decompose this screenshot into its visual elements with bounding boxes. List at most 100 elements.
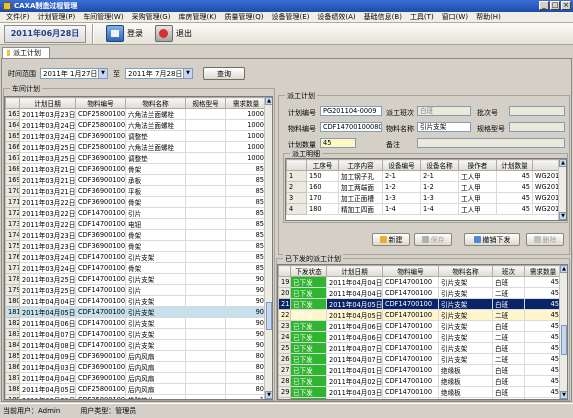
dispatch-detail-table[interactable]: 工序号工序内容设备编号设备名称操作者计划数量工单编 1150加工钢子孔2-12-… — [285, 158, 567, 221]
column-header[interactable]: 工序号 — [306, 159, 339, 171]
table-row[interactable]: 185 2011年04月09日 CDF36900100 后内风扇 80 — [5, 350, 267, 362]
column-header[interactable]: 物料名称 — [438, 265, 493, 277]
table-row[interactable]: 163 2011年03月23日 CDF25800100 六角法兰面螺栓 1000 — [5, 108, 267, 120]
table-row[interactable]: 168 2011年03月21日 CDF36900100 骨架 85 — [5, 163, 267, 175]
column-header[interactable]: 需求数量 — [524, 265, 562, 277]
table-row[interactable]: 166 2011年03月25日 CDF25800100 六角法兰面螺栓 1000 — [5, 141, 267, 153]
menu-item[interactable]: 帮助(H) — [472, 12, 505, 22]
table-row[interactable]: 20 已下发 2011年04月04日 CDF14700100 引片支架 二班 45 — [278, 287, 562, 299]
table-row[interactable]: 1892011年03月29日CDF25800100橡胶垫片 1 — [5, 394, 267, 399]
table-row[interactable]: 27 已下发 2011年04月01日 CDF14700100 绝缘板 白班 45 — [278, 364, 562, 376]
table-row[interactable]: 184 2011年04月08日 CDF14700100 引片支架 90 — [5, 339, 267, 351]
query-button[interactable]: 查询 — [203, 67, 245, 80]
menu-item[interactable]: 窗口(W) — [438, 12, 472, 22]
menu-item[interactable]: 质量管理(Q) — [221, 12, 268, 22]
new-button[interactable]: 新建 — [372, 233, 410, 246]
table-row[interactable]: 177 2011年03月24日 CDF14700100 骨架 85 — [5, 262, 267, 274]
chevron-down-icon[interactable]: ▼ — [183, 69, 192, 78]
column-header[interactable]: 物料编号 — [75, 97, 126, 109]
menu-item[interactable]: 文件(F) — [2, 12, 34, 22]
date-from-picker[interactable]: 2011年 1月27日 ▼ — [40, 68, 108, 79]
table-row[interactable]: 19 已下发 2011年04月04日 CDF14700100 引片支架 白班 45 — [278, 276, 562, 288]
workshop-table-scrollbar[interactable]: ▲ ▼ — [264, 97, 272, 399]
minimize-button[interactable]: _ — [539, 1, 549, 10]
spec-field[interactable] — [509, 122, 565, 132]
table-row[interactable]: 173 2011年03月22日 CDF14700100 电钮 85 — [5, 218, 267, 230]
table-row[interactable]: 187 2011年04月04日 CDF36900100 后内风扇 80 — [5, 372, 267, 384]
table-row[interactable]: 164 2011年03月24日 CDF25800100 六角法兰面螺栓 1000 — [5, 119, 267, 131]
table-row[interactable]: 176 2011年03月24日 CDF14700100 引片支架 85 — [5, 251, 267, 263]
table-row[interactable]: 22 已下发 2011年04月05日 CDF14700100 引片支架 二班 45 — [278, 309, 562, 321]
table-row[interactable]: 179 2011年03月25日 CDF14700100 引片 90 — [5, 284, 267, 296]
table-row[interactable]: 26 已下发 2011年04月07日 CDF14700100 引片支架 二班 45 — [278, 353, 562, 365]
delete-button[interactable]: 删除 — [526, 233, 564, 246]
table-row[interactable]: 182 2011年04月06日 CDF14700100 引片支架 90 — [5, 317, 267, 329]
scroll-thumb[interactable] — [266, 302, 272, 330]
workshop-plan-table[interactable]: 计划日期 物料编号 物料名称 规格型号 需求数量 163 2011年03月23日 CDF25… — [4, 96, 273, 400]
qty-field[interactable]: 45 — [320, 138, 356, 148]
scroll-up-icon[interactable]: ▲ — [265, 97, 272, 105]
scroll-thumb[interactable] — [561, 325, 567, 355]
batch-field[interactable] — [509, 106, 565, 116]
table-row[interactable]: 183 2011年04月07日 CDF14700100 引片支架 90 — [5, 328, 267, 340]
remark-field[interactable] — [417, 138, 565, 148]
tab-dispatch-plan[interactable]: 派工计划 — [2, 47, 50, 58]
table-row[interactable]: 174 2011年03月23日 CDF36900100 骨架 85 — [5, 229, 267, 241]
menu-item[interactable]: 采购管理(G) — [128, 12, 175, 22]
menu-item[interactable]: 设备管理(E) — [268, 12, 314, 22]
column-header[interactable]: 计划日期 — [326, 265, 383, 277]
table-row[interactable]: 21 已下发 2011年04月05日 CDF14700100 引片支架 白班 45 — [278, 298, 562, 310]
table-row[interactable]: 172 2011年03月22日 CDF14700100 引片 85 — [5, 207, 267, 219]
table-row[interactable]: 180 2011年04月04日 CDF14700100 引片支架 90 — [5, 295, 267, 307]
table-row[interactable]: 178 2011年03月25日 CDF14700100 引片支架 90 — [5, 273, 267, 285]
shift-select[interactable]: 白班 — [417, 106, 471, 116]
table-row[interactable]: 1150加工钢子孔2-12-1工人甲45WG201104- — [286, 170, 566, 182]
column-header[interactable]: 操作者 — [458, 159, 497, 171]
column-header[interactable]: 规格型号 — [185, 97, 226, 109]
column-header[interactable]: 设备编号 — [382, 159, 421, 171]
table-row[interactable]: 181 2011年04月05日 CDF14700100 引片支架 90 — [5, 306, 267, 318]
menu-item[interactable]: 计划管理(P) — [34, 12, 80, 22]
column-header[interactable]: 计划日期 — [19, 97, 76, 109]
column-header[interactable]: 设备名称 — [420, 159, 459, 171]
material-no-field[interactable]: CDF14700100080 — [320, 122, 382, 132]
menu-item[interactable]: 设备绩效(A) — [313, 12, 359, 22]
chevron-down-icon[interactable]: ▼ — [98, 69, 107, 78]
column-header[interactable]: 计划数量 — [496, 159, 533, 171]
column-header[interactable]: 物料编号 — [382, 265, 439, 277]
maximize-button[interactable]: □ — [550, 1, 560, 10]
table-row[interactable]: 24 已下发 2011年04月06日 CDF14700100 引片支架 二班 45 — [278, 331, 562, 343]
table-row[interactable]: 30已下发2011年04月04日CDF14700100绝缘板白班45 — [278, 397, 562, 399]
table-row[interactable]: 170 2011年03月21日 CDF36900100 平板 85 — [5, 185, 267, 197]
column-header[interactable]: 需求数量 — [225, 97, 267, 109]
scroll-down-icon[interactable]: ▼ — [560, 391, 567, 399]
scroll-up-icon[interactable]: ▲ — [559, 159, 566, 167]
table-row[interactable]: 29 已下发 2011年04月03日 CDF14700100 绝缘板 白班 45 — [278, 386, 562, 398]
table-row[interactable]: 186 2011年04月03日 CDF36900100 后内风扇 80 — [5, 361, 267, 373]
table-row[interactable]: 25 已下发 2011年04月07日 CDF14700100 引片支架 白班 45 — [278, 342, 562, 354]
table-row[interactable]: 169 2011年03月21日 CDF36900100 承板 85 — [5, 174, 267, 186]
table-row[interactable]: 4180精加工四面1-41-4工人甲45WG201104- — [286, 203, 566, 215]
column-header[interactable]: 班次 — [492, 265, 525, 277]
table-row[interactable]: 28 已下发 2011年04月02日 CDF14700100 绝缘板 白班 45 — [278, 375, 562, 387]
table-row[interactable]: 3170加工正面槽1-31-3工人甲45WG201104- — [286, 192, 566, 204]
table-row[interactable]: 23 已下发 2011年04月06日 CDF14700100 引片支架 白班 45 — [278, 320, 562, 332]
menu-item[interactable]: 基础信息(B) — [360, 12, 406, 22]
menu-item[interactable]: 库房管理(K) — [174, 12, 220, 22]
scroll-down-icon[interactable]: ▼ — [265, 391, 272, 399]
table-row[interactable]: 165 2011年03月24日 CDF36900100 调整垫 1000 — [5, 130, 267, 142]
close-button[interactable]: × — [561, 1, 571, 10]
material-name-field[interactable]: 引片支架 — [417, 122, 471, 132]
menu-item[interactable]: 车间管理(W) — [79, 12, 127, 22]
issued-plans-table[interactable]: 下发状态 计划日期 物料编号 物料名称 班次 需求数量 19 已下发 2011年04月04日 C… — [277, 264, 568, 400]
cancel-issue-button[interactable]: 撤销下发 — [464, 233, 520, 246]
date-to-picker[interactable]: 2011年 7月28日 ▼ — [125, 68, 193, 79]
plan-no-field[interactable]: PG201104-0009 — [320, 106, 382, 116]
column-header[interactable]: 物料名称 — [125, 97, 186, 109]
logout-button[interactable]: 退出 — [155, 25, 192, 42]
table-row[interactable]: 188 2011年04月05日 CDF25800100 后内风扇 80 — [5, 383, 267, 395]
table-row[interactable]: 167 2011年03月25日 CDF36900100 调整垫 1000 — [5, 152, 267, 164]
column-header[interactable]: 下发状态 — [290, 265, 327, 277]
table-row[interactable]: 2160加工两端面1-21-2工人甲45WG201104- — [286, 181, 566, 193]
login-button[interactable]: 登录 — [106, 25, 143, 42]
